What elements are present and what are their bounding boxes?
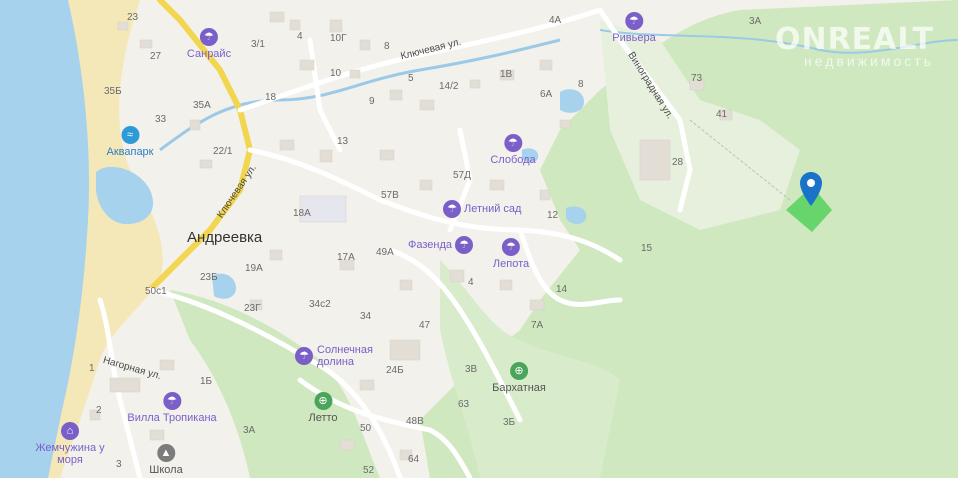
beach-umbrella-icon: ☂	[455, 236, 474, 254]
house-number: 5	[408, 73, 414, 84]
house-number: 3А	[243, 425, 256, 436]
school-icon: ▲	[157, 444, 175, 462]
beach-umbrella-icon: ☂	[443, 200, 461, 218]
house-number: 34	[360, 311, 372, 322]
poi-label: Аквапарк	[106, 146, 154, 158]
house-number: 27	[150, 51, 162, 62]
poi-label: Летний сад	[464, 203, 522, 215]
house-number: 41	[716, 109, 728, 120]
poi-shkola[interactable]: ▲ Школа	[149, 444, 183, 476]
house-number: 63	[458, 399, 470, 410]
house-number: 1Б	[200, 376, 213, 387]
house-number: 50	[360, 423, 372, 434]
house-number: 3/1	[251, 39, 265, 50]
fork-knife-icon: ⊕	[510, 362, 528, 380]
house-number: 23Г	[244, 303, 261, 314]
house-number: 57Д	[453, 170, 471, 181]
fork-knife-icon: ⊕	[313, 392, 332, 410]
house-number: 2	[96, 405, 102, 416]
beach-umbrella-icon: ☂	[501, 238, 520, 256]
poi-label: Солнечная долина	[317, 344, 373, 368]
house-number: 17А	[337, 252, 355, 263]
house-number: 3Б	[503, 417, 516, 428]
house-number: 73	[691, 73, 703, 84]
house-number: 52	[363, 465, 375, 476]
beach-umbrella-icon: ☂	[199, 28, 218, 46]
poi-label: Бархатная	[492, 382, 546, 394]
house-number: 23	[127, 12, 139, 23]
house-number: 12	[547, 210, 559, 221]
house-number: 35Б	[104, 86, 122, 97]
house-number: 6А	[540, 89, 553, 100]
house-number: 24Б	[386, 365, 404, 376]
house-number: 47	[419, 320, 431, 331]
house-number: 14	[556, 284, 568, 295]
town-label: Андреевка	[187, 229, 263, 246]
poi-fazenda[interactable]: Фазенда ☂	[408, 236, 474, 254]
poi-zhemchuzhina[interactable]: ⌂ Жемчужина у моря	[30, 422, 110, 466]
house-number: 4	[297, 31, 303, 42]
beach-umbrella-icon: ☂	[295, 347, 313, 365]
house-number: 23Б	[200, 272, 218, 283]
house-number: 33	[155, 114, 167, 125]
house-number: 18	[265, 92, 277, 103]
poi-label: Летто	[308, 412, 338, 424]
beach-umbrella-icon: ☂	[624, 12, 643, 30]
house-number: 64	[408, 454, 420, 465]
poi-label: Вилла Тропикана	[127, 412, 217, 424]
house-number: 57В	[381, 190, 399, 201]
poi-villa-tropicana[interactable]: ☂ Вилла Тропикана	[127, 392, 217, 424]
watermark: ONREALT недвижимость	[775, 22, 934, 69]
house-number: 35А	[193, 100, 211, 111]
house-number: 10	[330, 68, 342, 79]
house-number: 7А	[531, 320, 544, 331]
poi-label: Фазенда	[408, 239, 453, 251]
poi-solnechnaya-dolina[interactable]: ☂ Солнечная долина	[295, 344, 377, 368]
house-number: 3А	[749, 16, 762, 27]
house-number: 8	[578, 79, 584, 90]
house-number: 8	[384, 41, 390, 52]
swimmer-icon: ≈	[121, 126, 139, 144]
poi-aquapark[interactable]: ≈ Аквапарк	[107, 126, 154, 158]
house-number: 49А	[376, 247, 394, 258]
house-number: 22/1	[213, 146, 233, 157]
poi-label: Жемчужина у моря	[35, 442, 105, 466]
poi-riviera[interactable]: ☂ Ривьера	[612, 12, 656, 44]
pond-1	[560, 89, 584, 113]
poi-label: Санрайс	[186, 48, 232, 60]
poi-label: Ривьера	[612, 32, 656, 44]
house-number: 18А	[293, 208, 311, 219]
house-number: 1	[89, 363, 95, 374]
house-number: 3В	[465, 364, 478, 375]
poi-sanrise[interactable]: ☂ Санрайс	[187, 28, 231, 60]
bed-icon: ⌂	[61, 422, 79, 440]
house-number: 9	[369, 96, 375, 107]
beach-umbrella-icon: ☂	[162, 392, 181, 410]
poi-label: Лепота	[492, 258, 530, 270]
house-number: 13	[337, 136, 349, 147]
watermark-title: ONREALT	[774, 22, 934, 57]
house-number: 1В	[500, 69, 513, 80]
house-number: 3	[116, 459, 122, 470]
house-number: 50с1	[145, 286, 167, 297]
poi-lepota[interactable]: ☂ Лепота	[493, 238, 529, 270]
house-number: 10Г	[330, 33, 347, 44]
poi-sloboda[interactable]: ☂ Слобода	[490, 134, 536, 166]
poi-label: Школа	[149, 464, 183, 476]
house-number: 48В	[406, 416, 424, 427]
house-number: 14/2	[439, 81, 459, 92]
house-number: 15	[641, 243, 653, 254]
house-number: 4А	[549, 15, 562, 26]
poi-label: Слобода	[490, 154, 536, 166]
house-number: 4	[468, 277, 474, 288]
map-canvas[interactable]: ONREALT недвижимость Андреевка Ключевая …	[0, 0, 958, 478]
house-number: 28	[672, 157, 684, 168]
poi-letniy-sad[interactable]: ☂ Летний сад	[443, 200, 521, 218]
house-number: 19А	[245, 263, 263, 274]
poi-letto[interactable]: ⊕ Летто	[308, 392, 338, 424]
poi-barkhatnaya[interactable]: ⊕ Бархатная	[492, 362, 546, 394]
house-number: 34с2	[309, 299, 331, 310]
beach-umbrella-icon: ☂	[503, 134, 522, 152]
